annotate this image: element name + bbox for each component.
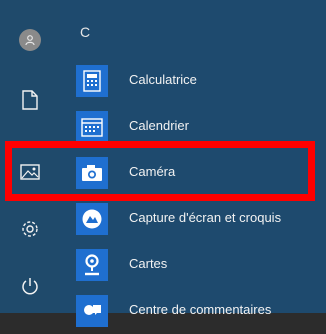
camera-icon <box>76 157 108 189</box>
app-list: C Calculatrice Calendrier Caméra Capture… <box>60 0 326 327</box>
app-item-cartes[interactable]: Cartes <box>60 242 326 288</box>
app-label: Calendrier <box>129 118 189 133</box>
power-button[interactable] <box>0 264 60 308</box>
start-left-rail <box>0 0 60 313</box>
app-item-camera[interactable]: Caméra <box>60 150 326 196</box>
pictures-icon <box>20 164 40 180</box>
settings-button[interactable] <box>0 207 60 251</box>
app-label: Caméra <box>129 164 176 179</box>
document-icon <box>22 90 38 110</box>
app-item-centre-commentaires[interactable]: Centre de commentaires <box>60 288 326 334</box>
power-icon <box>22 278 38 295</box>
section-letter-c[interactable]: C <box>80 24 90 40</box>
snip-sketch-icon <box>76 203 108 235</box>
settings-gear-icon <box>22 221 38 237</box>
app-label: Capture d'écran et croquis <box>129 210 282 225</box>
maps-icon <box>76 249 108 281</box>
user-account-button[interactable] <box>0 18 60 62</box>
feedback-hub-icon <box>76 295 108 327</box>
app-item-calendrier[interactable]: Calendrier <box>60 104 326 150</box>
user-avatar-icon <box>19 29 41 51</box>
app-label: Centre de commentaires <box>129 302 272 317</box>
calendar-icon <box>76 111 108 143</box>
app-item-capture-ecran-croquis[interactable]: Capture d'écran et croquis <box>60 196 326 242</box>
app-item-calculatrice[interactable]: Calculatrice <box>60 58 326 104</box>
pictures-button[interactable] <box>0 150 60 194</box>
calculator-icon <box>76 65 108 97</box>
app-label: Calculatrice <box>129 72 197 87</box>
app-label: Cartes <box>129 256 168 271</box>
documents-button[interactable] <box>0 78 60 122</box>
